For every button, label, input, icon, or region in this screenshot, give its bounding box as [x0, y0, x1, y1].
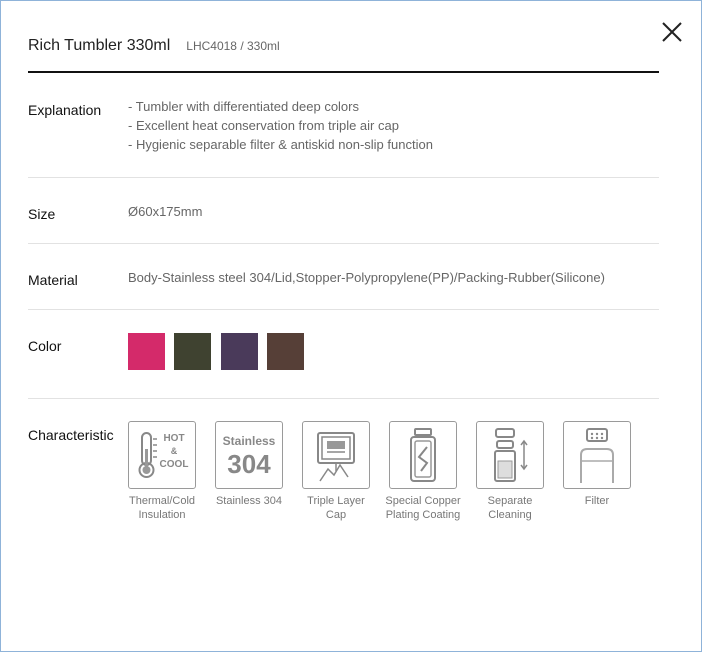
feature-caption: Triple Layer Cap: [296, 494, 376, 522]
caption-line: Filter: [584, 495, 610, 507]
explanation-line: - Tumbler with differentiated deep color…: [128, 99, 359, 114]
separate-cleaning-icon: [494, 428, 528, 482]
explanation-line: - Hygienic separable filter & antiskid n…: [128, 137, 433, 152]
feature-icon-box: [302, 421, 370, 489]
copper-plating-icon: [410, 428, 436, 482]
explanation-line: - Excellent heat conservation from tripl…: [128, 118, 399, 133]
caption-line: Thermal/Cold: [128, 495, 196, 507]
feature-caption: Special Copper Plating Coating: [383, 494, 463, 522]
close-icon: [662, 22, 682, 42]
row-divider: [28, 398, 659, 399]
close-button[interactable]: [659, 19, 685, 45]
product-title: Rich Tumbler 330ml: [28, 37, 171, 54]
icon-text: COOL: [160, 459, 189, 470]
color-label: Color: [28, 338, 62, 354]
caption-line: Cleaning: [488, 509, 532, 521]
row-divider: [28, 243, 659, 244]
feature-icon-box: [389, 421, 457, 489]
icon-text: &: [171, 446, 178, 456]
feature-icon-box: Stainless 304: [215, 421, 283, 489]
feature-icon-box: [476, 421, 544, 489]
title-row: Rich Tumbler 330ml LHC4018 / 330ml: [28, 37, 658, 55]
feature-stainless: Stainless 304 Stainless 304: [215, 421, 295, 508]
caption-line: Cap: [325, 509, 347, 521]
color-swatch-brown[interactable]: [267, 333, 304, 370]
icon-text: HOT: [163, 433, 184, 444]
caption-line: Stainless 304: [215, 495, 283, 507]
size-value: Ø60x175mm: [128, 204, 203, 219]
caption-line: Triple Layer: [307, 495, 365, 507]
caption-line: Separate: [487, 495, 533, 507]
feature-separate-cleaning: Separate Cleaning: [476, 421, 556, 522]
icon-text: 304: [227, 449, 271, 479]
product-code: LHC4018 / 330ml: [186, 39, 280, 53]
feature-thermal: HOT & COOL Thermal/Cold Insulation: [128, 421, 208, 522]
feature-icon-box: [563, 421, 631, 489]
feature-caption: Thermal/Cold Insulation: [122, 494, 202, 522]
color-swatch-purple[interactable]: [221, 333, 258, 370]
title-divider: [28, 71, 659, 73]
characteristic-label: Characteristic: [28, 427, 114, 443]
filter-icon: [580, 428, 614, 483]
row-divider: [28, 177, 659, 178]
caption-line: Insulation: [138, 509, 186, 521]
icon-text: Stainless: [223, 434, 276, 448]
color-swatch-olive[interactable]: [174, 333, 211, 370]
feature-copper-plating: Special Copper Plating Coating: [385, 421, 469, 522]
feature-caption: Stainless 304: [209, 494, 289, 508]
triple-layer-cap-icon: [317, 432, 355, 482]
explanation-label: Explanation: [28, 102, 102, 118]
feature-triple-layer: Triple Layer Cap: [302, 421, 382, 522]
feature-icon-box: HOT & COOL: [128, 421, 196, 489]
product-detail-popup: Rich Tumbler 330ml LHC4018 / 330ml Expla…: [0, 0, 702, 652]
material-value: Body-Stainless steel 304/Lid,Stopper-Pol…: [128, 270, 605, 285]
row-divider: [28, 309, 659, 310]
stainless-304-icon: Stainless 304: [223, 434, 276, 479]
size-label: Size: [28, 206, 56, 222]
material-label: Material: [28, 272, 78, 288]
caption-line: Special Copper: [385, 495, 461, 507]
feature-caption: Separate Cleaning: [470, 494, 550, 522]
caption-line: Plating Coating: [385, 509, 461, 521]
color-swatch-pink[interactable]: [128, 333, 165, 370]
feature-caption: Filter: [557, 494, 637, 508]
thermometer-icon: HOT & COOL: [138, 432, 189, 478]
explanation-list: - Tumbler with differentiated deep color…: [128, 97, 433, 154]
feature-filter: Filter: [563, 421, 643, 508]
